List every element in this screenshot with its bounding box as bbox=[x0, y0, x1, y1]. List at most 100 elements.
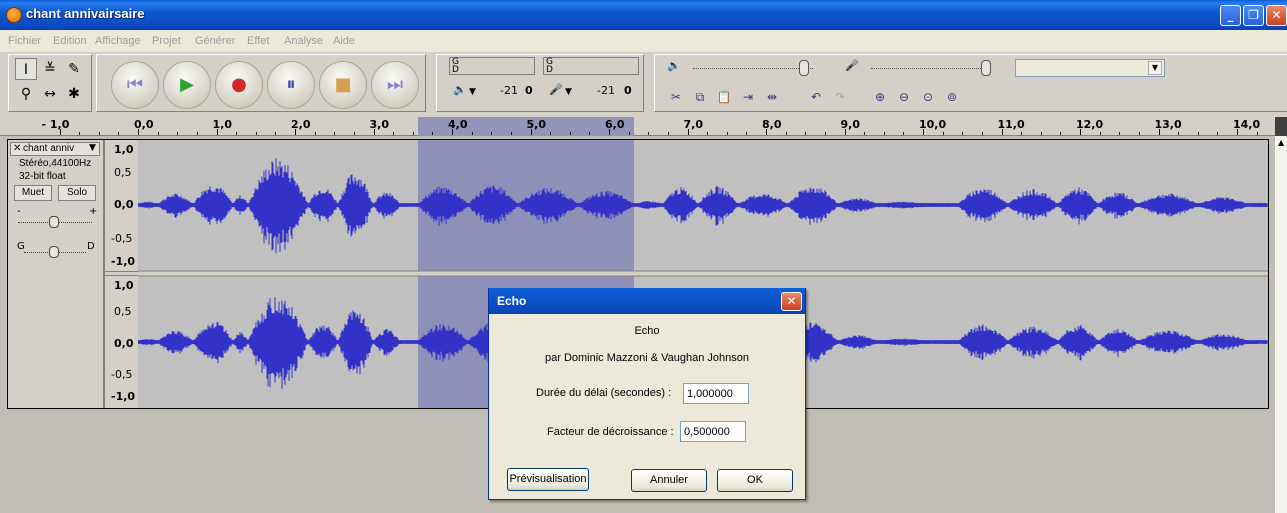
output-dropdown-icon[interactable]: ▼ bbox=[469, 87, 476, 97]
ruler-minor-tick bbox=[255, 132, 257, 135]
trim-icon[interactable]: ⇥ bbox=[737, 86, 759, 108]
ruler-major-tick bbox=[766, 129, 767, 135]
menu-effet[interactable]: Effet bbox=[247, 35, 269, 47]
ruler-label: - 1,0 bbox=[41, 118, 70, 131]
undo-icon[interactable]: ↶ bbox=[805, 86, 827, 108]
ok-button[interactable]: OK bbox=[717, 469, 793, 492]
microphone-icon[interactable]: 🎤 bbox=[549, 83, 563, 96]
timeshift-tool-icon[interactable]: ↔ bbox=[39, 83, 61, 105]
scale-bottom-minus-0-5: -0,5 bbox=[111, 368, 133, 381]
playback-volume-slider[interactable] bbox=[799, 60, 809, 76]
window-title: chant annivairsaire bbox=[26, 6, 145, 21]
selection-tool-icon[interactable]: I bbox=[15, 58, 37, 80]
zoom-in-icon[interactable]: ⊕ bbox=[869, 86, 891, 108]
ruler-minor-tick bbox=[785, 132, 787, 135]
input-scale-max: 0 bbox=[624, 84, 632, 97]
track-name-menu[interactable]: ✕ chant anniv ▼ bbox=[10, 142, 100, 156]
ruler-minor-tick bbox=[1138, 132, 1140, 135]
timeline-ruler[interactable]: - 1,0 0,0 1,0 2,0 3,0 4,0 5,0 6,0 7,0 8,0 9,0 10,0 1… bbox=[0, 117, 1275, 136]
multi-tool-icon[interactable]: ✱ bbox=[63, 83, 85, 105]
fit-project-icon[interactable]: ⊚ bbox=[941, 86, 963, 108]
pause-icon[interactable]: ⏸ bbox=[267, 61, 315, 109]
zoom-out-icon[interactable]: ⊖ bbox=[893, 86, 915, 108]
toolbars: I ≚ ✎ ⚲ ↔ ✱ ⏮ ▶ ● ⏸ ■ ⏭ G D G D 🔈 ▼ -21 … bbox=[0, 52, 1287, 117]
preview-button[interactable]: Prévisualisation bbox=[507, 468, 589, 491]
record-volume-icon: 🎤 bbox=[845, 59, 859, 72]
record-volume-slider[interactable] bbox=[981, 60, 991, 76]
play-icon[interactable]: ▶ bbox=[163, 61, 211, 109]
minimize-button[interactable]: _ bbox=[1220, 5, 1241, 26]
ruler-minor-tick bbox=[805, 132, 807, 135]
record-volume-track bbox=[871, 68, 991, 69]
menu-fichier[interactable]: Fichier bbox=[8, 35, 41, 47]
close-button[interactable]: ✕ bbox=[1266, 5, 1287, 26]
record-icon[interactable]: ● bbox=[215, 61, 263, 109]
channel-divider bbox=[105, 271, 139, 276]
scale-top-minus-1: -1,0 bbox=[111, 255, 136, 268]
input-source-select[interactable]: ▼ bbox=[1015, 59, 1165, 77]
scale-top-1: 1,0 bbox=[114, 143, 134, 156]
track-close-icon[interactable]: ✕ bbox=[13, 143, 21, 154]
pan-slider[interactable] bbox=[49, 246, 59, 258]
decay-input[interactable] bbox=[680, 421, 746, 442]
vertical-scrollbar[interactable]: ▲ bbox=[1275, 136, 1287, 513]
menu-bar: Fichier Edition Affichage Projet Générer… bbox=[0, 30, 1287, 52]
ruler-major-tick bbox=[1237, 129, 1238, 135]
meter-panel: G D G D 🔈 ▼ -21 0 🎤 ▼ -21 0 bbox=[436, 54, 644, 112]
ruler-minor-tick bbox=[491, 132, 493, 135]
dialog-author: par Dominic Mazzoni & Vaughan Johnson bbox=[544, 352, 750, 364]
redo-icon[interactable]: ↷ bbox=[829, 86, 851, 108]
zoom-tool-icon[interactable]: ⚲ bbox=[15, 83, 37, 105]
pan-right-label: D bbox=[87, 241, 95, 252]
skip-end-icon[interactable]: ⏭ bbox=[371, 61, 419, 109]
ruler-major-tick bbox=[452, 129, 453, 135]
dialog-close-button[interactable]: ✕ bbox=[781, 292, 802, 311]
ruler-minor-tick bbox=[962, 132, 964, 135]
cut-icon[interactable]: ✂ bbox=[665, 86, 687, 108]
envelope-tool-icon[interactable]: ≚ bbox=[39, 58, 61, 80]
speaker-icon[interactable]: 🔈 bbox=[453, 83, 467, 96]
ruler-major-tick bbox=[1001, 129, 1003, 135]
mute-button[interactable]: Muet bbox=[14, 185, 52, 201]
ruler-minor-tick bbox=[1099, 132, 1101, 135]
skip-start-icon[interactable]: ⏮ bbox=[111, 61, 159, 109]
draw-tool-icon[interactable]: ✎ bbox=[63, 58, 85, 80]
menu-edition[interactable]: Edition bbox=[53, 35, 87, 47]
stop-icon[interactable]: ■ bbox=[319, 61, 367, 109]
output-scale-max: 0 bbox=[525, 84, 533, 97]
solo-button[interactable]: Solo bbox=[58, 185, 96, 201]
ruler-major-tick bbox=[923, 129, 924, 135]
ruler-label: 4,0 bbox=[448, 118, 468, 131]
select-arrow-icon[interactable]: ▼ bbox=[1148, 61, 1162, 75]
ruler-major-tick bbox=[216, 129, 218, 135]
delay-input[interactable] bbox=[683, 383, 749, 404]
menu-projet[interactable]: Projet bbox=[152, 35, 181, 47]
copy-icon[interactable]: ⧉ bbox=[689, 86, 711, 108]
menu-analyse[interactable]: Analyse bbox=[284, 35, 323, 47]
ruler-minor-tick bbox=[569, 132, 571, 135]
menu-generer[interactable]: Générer bbox=[195, 35, 235, 47]
restore-button[interactable]: ❐ bbox=[1243, 5, 1264, 26]
ruler-minor-tick bbox=[1040, 132, 1042, 135]
ruler-label: 1,0 bbox=[212, 118, 233, 131]
gain-slider[interactable] bbox=[49, 216, 59, 228]
cancel-button[interactable]: Annuler bbox=[631, 469, 707, 492]
paste-icon[interactable]: 📋 bbox=[713, 86, 735, 108]
ruler-minor-tick bbox=[412, 132, 414, 135]
ruler-minor-tick bbox=[1119, 132, 1121, 135]
ruler-minor-tick bbox=[432, 132, 434, 135]
ruler-minor-tick bbox=[1060, 132, 1062, 135]
menu-affichage[interactable]: Affichage bbox=[95, 35, 141, 47]
dialog-title: Echo bbox=[497, 294, 527, 308]
scroll-up-icon[interactable]: ▲ bbox=[1278, 138, 1284, 147]
silence-icon[interactable]: ⇹ bbox=[761, 86, 783, 108]
input-scale-min: -21 bbox=[597, 84, 615, 97]
menu-aide[interactable]: Aide bbox=[333, 35, 355, 47]
fit-selection-icon[interactable]: ⊙ bbox=[917, 86, 939, 108]
ruler-label: 3,0 bbox=[369, 118, 390, 131]
scale-top-0: 0,0 bbox=[114, 198, 134, 211]
ruler-major-tick bbox=[530, 129, 532, 135]
ruler-minor-tick bbox=[1256, 132, 1258, 135]
input-dropdown-icon[interactable]: ▼ bbox=[565, 87, 572, 97]
track-dropdown-icon[interactable]: ▼ bbox=[89, 143, 96, 153]
